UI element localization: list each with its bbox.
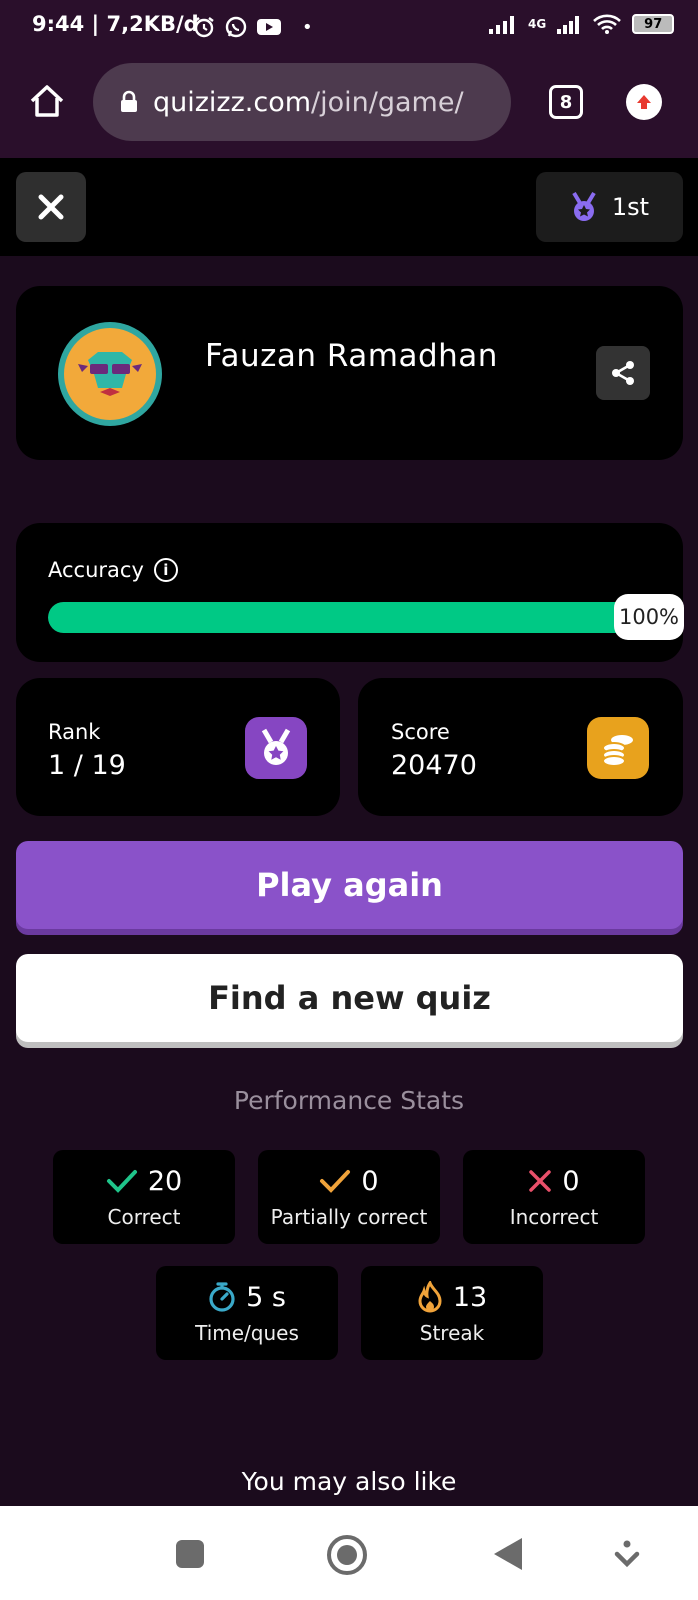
rank-medal-icon (245, 717, 307, 779)
share-icon (612, 361, 634, 385)
stat-partially-correct: 0 Partially correct (258, 1150, 440, 1244)
correct-count: 20 (147, 1165, 183, 1197)
circle-home-icon (327, 1535, 367, 1575)
accuracy-value: 100% (614, 594, 684, 640)
stat-correct: 20 Correct (53, 1150, 235, 1244)
url-domain: quizizz.com (153, 86, 312, 118)
triangle-back-icon (494, 1538, 522, 1570)
partial-check-icon (320, 1170, 351, 1193)
score-label: Score (391, 720, 450, 744)
assist-button[interactable] (614, 1540, 640, 1572)
score-value: 20470 (391, 750, 477, 781)
stopwatch-icon (209, 1282, 235, 1312)
close-icon (38, 194, 64, 220)
rank-badge: 1st (536, 172, 683, 242)
play-again-button[interactable]: Play again (16, 841, 683, 929)
you-may-also-like-heading: You may also like (241, 1467, 457, 1496)
check-icon (106, 1170, 137, 1193)
player-name: Fauzan Ramadhan (205, 338, 498, 374)
signal-icon-2 (557, 16, 580, 34)
home-nav-button[interactable] (326, 1534, 368, 1580)
url-path: /join/game/ (311, 86, 464, 118)
down-arrow-dot-icon (614, 1540, 640, 1568)
tab-switcher-button[interactable]: 8 (549, 85, 583, 119)
medal-icon (572, 191, 596, 221)
info-icon[interactable]: i (153, 558, 178, 582)
coins-icon (587, 717, 649, 779)
rank-value: 1 / 19 (48, 750, 126, 781)
find-new-quiz-button[interactable]: Find a new quiz (16, 954, 683, 1042)
arrow-up-icon (637, 95, 651, 109)
status-system-icons: 4G 97 (488, 13, 675, 35)
status-app-icons: • (192, 15, 313, 39)
incorrect-label: Incorrect (509, 1204, 599, 1229)
time-value: 5 s (246, 1281, 286, 1313)
rank-label: Rank (48, 720, 101, 744)
incorrect-count: 0 (562, 1165, 580, 1197)
flame-icon (418, 1281, 442, 1313)
status-dot: • (302, 16, 313, 38)
performance-stats-title: Performance Stats (233, 1086, 465, 1115)
accuracy-label-text: Accuracy (48, 558, 144, 582)
url-text: quizizz.com/join/game/ (153, 87, 464, 118)
streak-label: Streak (419, 1321, 485, 1345)
alarm-icon (194, 17, 214, 38)
recents-button[interactable] (174, 1538, 206, 1574)
correct-label: Correct (107, 1204, 181, 1229)
stat-streak: 13 Streak (361, 1266, 543, 1360)
status-time: 9:44 | 7,2KB/d (32, 12, 199, 36)
avatar (58, 322, 162, 426)
network-type: 4G (528, 17, 547, 31)
accuracy-bar-fill (48, 602, 680, 633)
stat-incorrect: 0 Incorrect (463, 1150, 645, 1244)
avatar-character-icon (78, 352, 142, 396)
wifi-icon (593, 14, 622, 34)
avatar-face (64, 328, 156, 420)
partial-label: Partially correct (270, 1204, 428, 1229)
accuracy-card (16, 523, 683, 662)
signal-icon (489, 16, 514, 34)
whatsapp-icon (225, 16, 247, 38)
close-button[interactable] (16, 172, 86, 242)
update-button[interactable] (626, 84, 662, 120)
youtube-icon (257, 19, 281, 35)
partial-count: 0 (361, 1165, 379, 1197)
status-time-text: 9:44 | 7,2KB/d (32, 12, 199, 36)
tab-count: 8 (559, 91, 573, 113)
share-button[interactable] (596, 346, 650, 400)
square-icon (176, 1540, 204, 1568)
battery-level: 97 (644, 16, 663, 32)
stat-time-per-question: 5 s Time/ques (156, 1266, 338, 1360)
streak-value: 13 (452, 1281, 488, 1313)
rank-badge-text: 1st (611, 193, 650, 221)
accuracy-bar (48, 602, 680, 633)
back-button[interactable] (492, 1536, 524, 1576)
accuracy-label: Accuracy i (48, 558, 178, 582)
time-label: Time/ques (195, 1321, 299, 1345)
battery-icon: 97 (632, 14, 675, 34)
lock-icon (121, 90, 137, 112)
address-bar[interactable]: quizizz.com/join/game/ (93, 63, 511, 141)
cross-icon (529, 1170, 552, 1192)
home-icon[interactable] (28, 82, 66, 124)
